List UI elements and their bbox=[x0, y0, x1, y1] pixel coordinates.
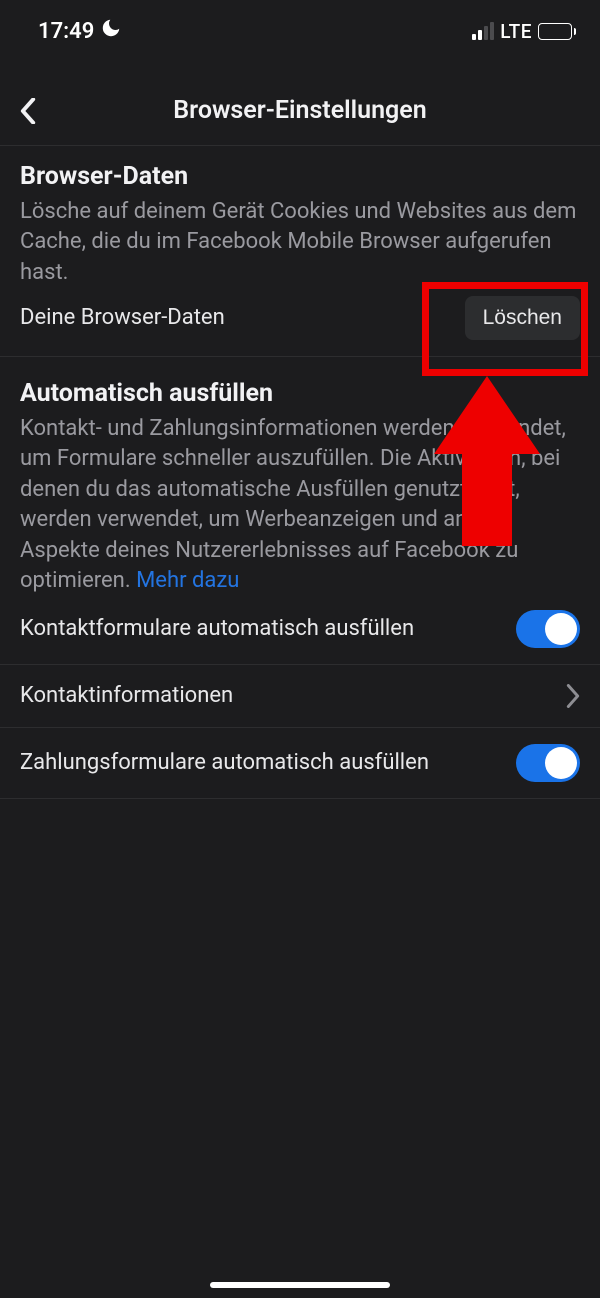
section-title-browser-data: Browser-Daten bbox=[20, 162, 580, 191]
delete-button[interactable]: Löschen bbox=[465, 296, 580, 340]
status-right: LTE bbox=[472, 20, 576, 43]
section-desc-browser-data: Lösche auf deinem Gerät Cookies und Webs… bbox=[20, 197, 580, 288]
status-left: 17:49 bbox=[38, 17, 122, 45]
label-payment-forms: Zahlungsformulare automatisch ausfüllen bbox=[20, 748, 516, 778]
nav-bar: Browser-Einstellungen bbox=[0, 76, 600, 146]
section-desc-autofill: Kontakt- und Zahlungsinformationen werde… bbox=[20, 414, 580, 596]
row-contact-info[interactable]: Kontaktinformationen bbox=[0, 665, 600, 728]
learn-more-link[interactable]: Mehr dazu bbox=[136, 568, 239, 593]
section-desc-autofill-text: Kontakt- und Zahlungsinformationen werde… bbox=[20, 416, 566, 593]
row-payment-forms: Zahlungsformulare automatisch ausfüllen bbox=[0, 728, 600, 799]
toggle-payment-forms[interactable] bbox=[516, 744, 580, 782]
section-autofill: Automatisch ausfüllen Kontakt- und Zahlu… bbox=[0, 357, 600, 596]
chevron-right-icon bbox=[566, 684, 580, 708]
status-time: 17:49 bbox=[38, 19, 94, 44]
dnd-moon-icon bbox=[100, 17, 122, 45]
row-browser-data: Deine Browser-Daten Löschen bbox=[0, 288, 600, 357]
row-contact-forms: Kontaktformulare automatisch ausfüllen bbox=[0, 596, 600, 665]
toggle-contact-forms[interactable] bbox=[516, 610, 580, 648]
signal-icon bbox=[472, 22, 494, 40]
battery-icon bbox=[538, 23, 576, 40]
label-contact-forms: Kontaktformulare automatisch ausfüllen bbox=[20, 614, 516, 644]
section-title-autofill: Automatisch ausfüllen bbox=[20, 379, 580, 408]
network-label: LTE bbox=[500, 20, 532, 43]
label-contact-info: Kontaktinformationen bbox=[20, 681, 566, 711]
section-browser-data: Browser-Daten Lösche auf deinem Gerät Co… bbox=[0, 146, 600, 288]
status-bar: 17:49 LTE bbox=[0, 0, 600, 48]
home-indicator[interactable] bbox=[210, 1282, 390, 1288]
page-title: Browser-Einstellungen bbox=[20, 96, 580, 125]
label-browser-data: Deine Browser-Daten bbox=[20, 303, 465, 333]
